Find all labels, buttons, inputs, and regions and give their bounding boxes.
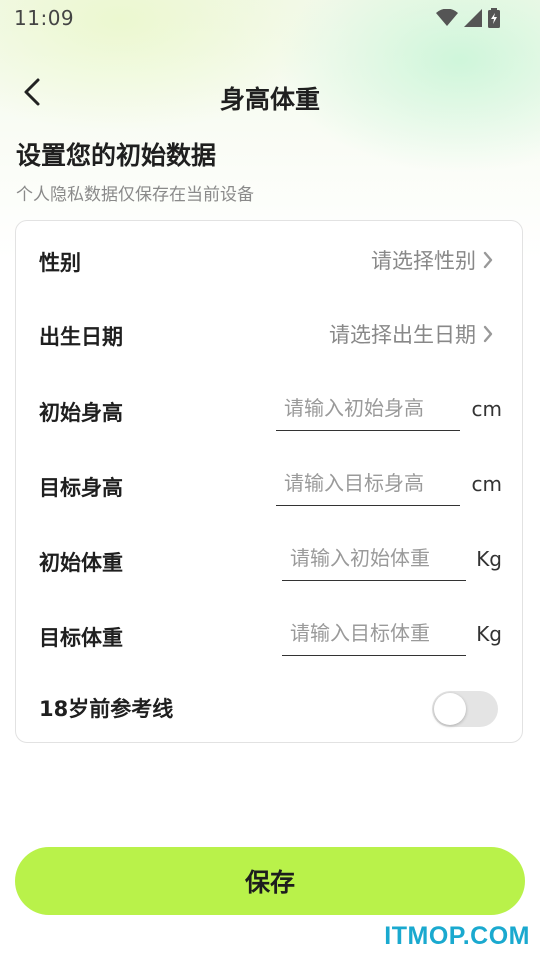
initial-weight-input[interactable] [282,537,466,579]
target-height-label: 目标身高 [39,476,123,500]
cellular-signal-icon [464,9,482,27]
target-weight-label: 目标体重 [39,626,123,650]
initial-height-input[interactable] [276,387,460,429]
target-height-input-wrap [276,462,460,506]
gender-select-placeholder: 请选择性别 [371,249,476,273]
birthdate-label: 出生日期 [39,325,123,349]
target-weight-input-wrap [282,612,466,656]
chevron-right-icon [482,324,494,344]
reference-line-label: 18岁前参考线 [39,697,174,721]
section-subheading: 个人隐私数据仅保存在当前设备 [16,185,254,205]
page-title: 身高体重 [219,85,320,114]
initial-height-label: 初始身高 [39,401,123,425]
chevron-right-icon [482,250,494,270]
birthdate-select-placeholder: 请选择出生日期 [329,323,476,347]
status-icons [436,8,500,28]
target-weight-row: 目标体重 Kg [16,610,524,666]
wifi-icon [436,9,458,27]
save-button[interactable]: 保存 [15,847,525,915]
reference-line-toggle[interactable] [432,691,498,727]
initial-height-row: 初始身高 cm [16,385,524,441]
app-header: 身高体重 [0,66,540,126]
gender-label: 性别 [39,251,81,275]
initial-weight-unit: Kg [476,547,502,571]
initial-height-unit: cm [471,397,502,421]
status-bar: 11:09 [0,0,540,36]
initial-weight-row: 初始体重 Kg [16,535,524,591]
reference-line-row: 18岁前参考线 [16,691,524,747]
site-watermark: ITMOP.COM [384,922,530,950]
target-height-unit: cm [471,472,502,496]
target-weight-unit: Kg [476,622,502,646]
initial-weight-label: 初始体重 [39,551,123,575]
target-height-row: 目标身高 cm [16,460,524,516]
birthdate-row: 出生日期 请选择出生日期 [16,309,524,365]
initial-height-input-wrap [276,387,460,431]
profile-form-card: 性别 请选择性别 出生日期 请选择出生日期 初始身高 cm 目标身高 cm [15,220,523,743]
initial-weight-input-wrap [282,537,466,581]
gender-row: 性别 请选择性别 [16,235,524,291]
section-heading: 设置您的初始数据 [16,141,217,170]
target-height-input[interactable] [276,462,460,504]
status-time: 11:09 [14,6,75,30]
target-weight-input[interactable] [282,612,466,654]
birthdate-select[interactable]: 请选择出生日期 [329,319,494,349]
toggle-knob [434,693,466,725]
gender-select[interactable]: 请选择性别 [371,245,494,275]
battery-charging-icon [488,8,500,28]
